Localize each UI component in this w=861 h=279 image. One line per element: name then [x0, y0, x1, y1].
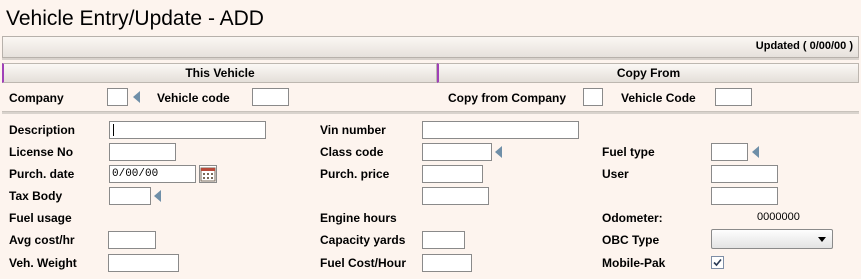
- fuel-cost-input[interactable]: [422, 254, 472, 272]
- tax-body-extra-input[interactable]: [422, 187, 489, 205]
- mobile-pak-checkbox[interactable]: [711, 256, 724, 269]
- mobile-pak-label: Mobile-Pak: [602, 256, 666, 270]
- fuel-cost-label: Fuel Cost/Hour: [320, 256, 406, 270]
- class-code-input[interactable]: [422, 143, 492, 161]
- capacity-input[interactable]: [422, 231, 465, 249]
- company-lookup-arrow-icon[interactable]: [133, 91, 140, 103]
- tax-body-lookup-arrow-icon[interactable]: [154, 190, 161, 202]
- avg-cost-input[interactable]: [108, 231, 156, 249]
- obc-type-select[interactable]: [711, 229, 833, 249]
- tax-body-input[interactable]: [109, 187, 151, 205]
- checkmark-icon: [713, 258, 722, 267]
- fuel-usage-label: Fuel usage: [9, 211, 72, 225]
- status-divider: [2, 58, 859, 60]
- tax-body-label: Tax Body: [9, 189, 63, 203]
- vehicle-code-label: Vehicle code: [157, 91, 230, 105]
- vin-label: Vin number: [320, 123, 386, 137]
- veh-weight-label: Veh. Weight: [9, 256, 77, 270]
- fuel-type-label: Fuel type: [602, 145, 655, 159]
- class-code-label: Class code: [320, 145, 384, 159]
- copy-vehicle-code-input[interactable]: [715, 88, 752, 106]
- vehicle-code-input[interactable]: [252, 88, 289, 106]
- class-code-lookup-arrow-icon[interactable]: [495, 146, 502, 158]
- vin-input[interactable]: [422, 121, 579, 139]
- company-label: Company: [9, 91, 64, 105]
- copy-vehicle-code-label: Vehicle Code: [621, 91, 696, 105]
- obc-type-label: OBC Type: [602, 233, 660, 247]
- section-header-copy-from: Copy From: [437, 63, 859, 83]
- user-input[interactable]: [711, 165, 778, 183]
- purch-date-input[interactable]: 0/00/00: [109, 165, 196, 183]
- text-caret: [113, 124, 114, 136]
- chevron-down-icon[interactable]: [818, 237, 826, 242]
- section-header-this-vehicle: This Vehicle: [2, 63, 437, 83]
- fuel-type-input[interactable]: [711, 143, 748, 161]
- window-title: Vehicle Entry/Update - ADD: [6, 7, 264, 30]
- description-input[interactable]: [109, 121, 266, 139]
- veh-weight-input[interactable]: [108, 254, 179, 272]
- odometer-label: Odometer:: [602, 211, 663, 225]
- odometer-value: 0000000: [757, 211, 800, 223]
- avg-cost-label: Avg cost/hr: [9, 233, 75, 247]
- purch-price-label: Purch. price: [320, 167, 390, 181]
- license-label: License No: [9, 145, 74, 159]
- status-bar: Updated ( 0/00/00 ): [2, 36, 859, 58]
- purch-date-label: Purch. date: [9, 167, 75, 181]
- engine-hours-label: Engine hours: [320, 211, 397, 225]
- updated-status: Updated ( 0/00/00 ): [755, 40, 853, 52]
- copy-from-company-input[interactable]: [583, 88, 603, 106]
- user-label: User: [602, 167, 629, 181]
- purch-price-input[interactable]: [422, 165, 483, 183]
- user-extra-input[interactable]: [711, 187, 778, 205]
- company-input[interactable]: [107, 88, 128, 106]
- form-divider: [2, 111, 859, 114]
- capacity-label: Capacity yards: [320, 233, 406, 247]
- license-input[interactable]: [109, 143, 176, 161]
- calendar-icon[interactable]: [199, 165, 217, 183]
- description-label: Description: [9, 123, 76, 137]
- copy-from-company-label: Copy from Company: [448, 91, 567, 105]
- fuel-type-lookup-arrow-icon[interactable]: [752, 146, 759, 158]
